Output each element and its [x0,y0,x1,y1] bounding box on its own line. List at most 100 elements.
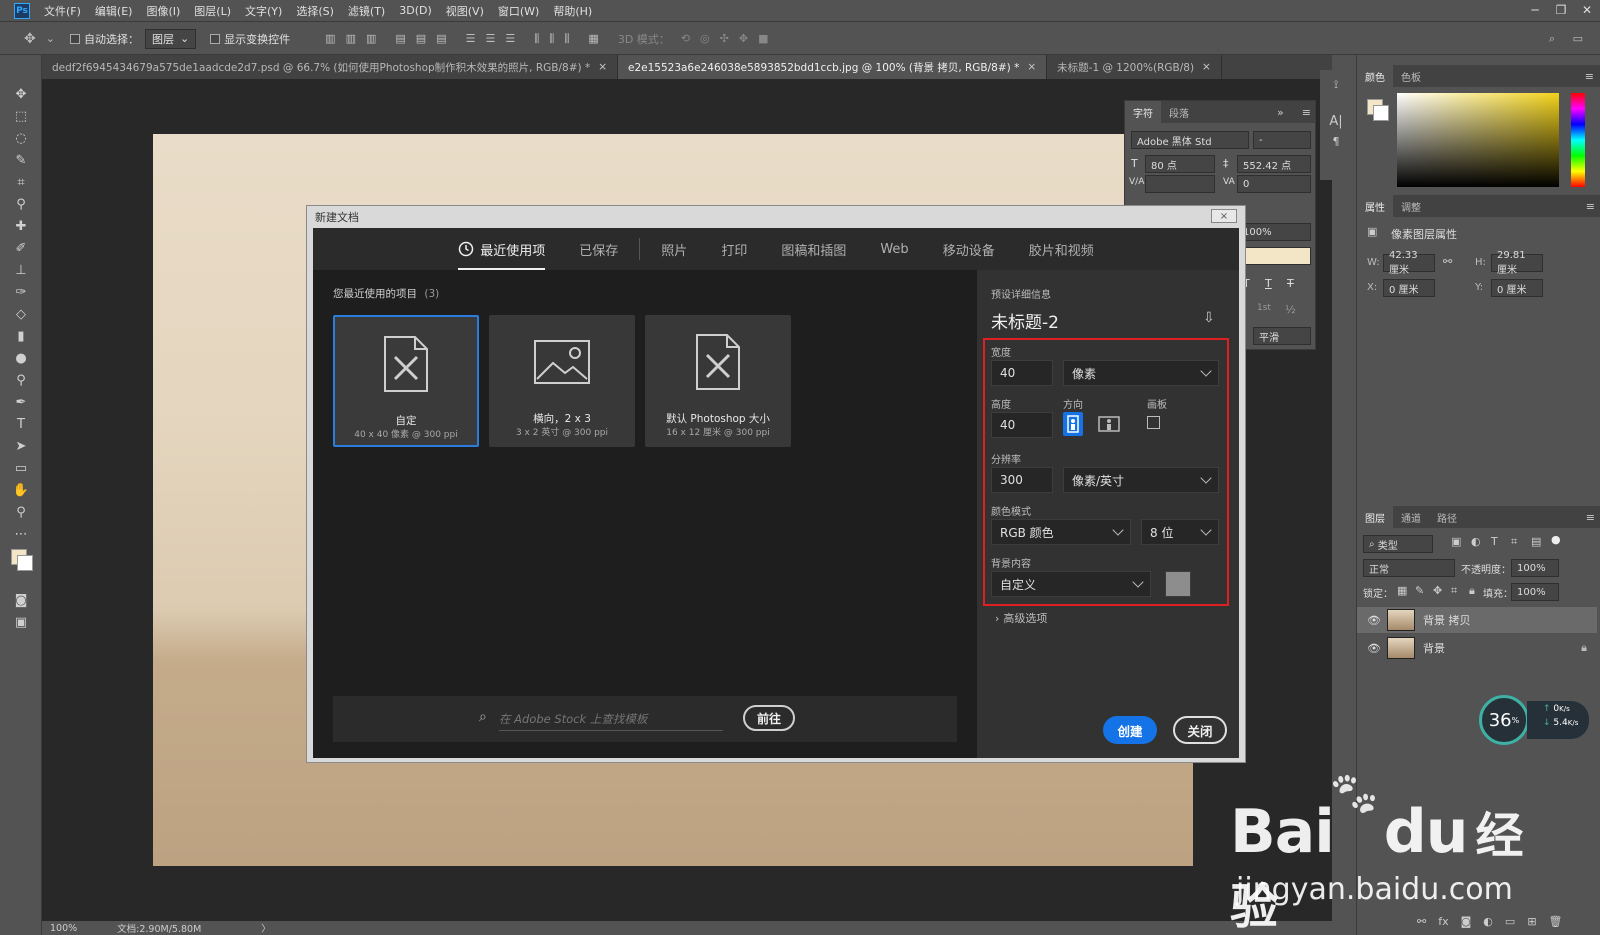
filter-shape-icon[interactable]: ⌗ [1511,535,1517,549]
tab-mobile[interactable]: 移动设备 [943,228,995,270]
dialog-close-button[interactable]: × [1211,209,1237,223]
menu-image[interactable]: 图像(I) [146,3,180,19]
strikethrough-icon[interactable]: T [1287,277,1294,290]
align-vcenter-icon[interactable]: ▥ [346,32,356,46]
distribute-vcenter-icon[interactable]: ☰ [485,32,495,46]
align-right-icon[interactable]: ▤ [436,32,446,46]
menu-type[interactable]: 文字(Y) [245,3,282,19]
marquee-tool-icon[interactable]: ⬚ [0,105,42,127]
text-color-swatch[interactable] [1237,247,1311,265]
preset-card-custom[interactable]: 自定 40 x 40 像素 @ 300 ppi [333,315,479,447]
blur-tool-icon[interactable]: ● [0,347,42,369]
crop-tool-icon[interactable]: ⌗ [0,171,42,193]
color-field[interactable] [1397,93,1559,187]
chevron-down-icon[interactable]: ⌄ [46,32,55,45]
stamp-tool-icon[interactable]: ⊥ [0,259,42,281]
dodge-tool-icon[interactable]: ⚲ [0,369,42,391]
document-name[interactable]: 未标题-2 [991,308,1059,333]
layer-row-background[interactable]: 👁︎ 背景 🔒︎ [1357,635,1597,661]
doc-tab-1[interactable]: dedf2f6945434679a575de1aadcde2d7.psd @ 6… [42,55,618,79]
3d-scale-icon[interactable]: ■ [758,32,768,45]
background-select[interactable]: 自定义 [991,571,1151,597]
screen-mode-icon[interactable]: ▣ [0,611,42,633]
zoom-level[interactable]: 100% [50,923,77,934]
more-tools-icon[interactable]: ⋯ [0,523,42,545]
tab-print[interactable]: 打印 [721,228,747,270]
fill-field[interactable]: 100% [1511,583,1559,601]
distribute-right-icon[interactable]: ⫼ [564,32,569,46]
menu-view[interactable]: 视图(V) [446,3,484,19]
height-input[interactable]: 40 [991,412,1053,438]
preset-card-landscape[interactable]: 横向，2 x 3 3 x 2 英寸 @ 300 ppi [489,315,635,447]
align-top-icon[interactable]: ▥ [325,32,335,46]
lock-transparent-icon[interactable]: ▦ [1397,584,1407,597]
show-transform-checkbox[interactable] [210,33,221,44]
type-tool-icon[interactable]: T [0,413,42,435]
close-icon[interactable]: × [1202,61,1211,73]
filter-pixel-icon[interactable]: ▣ [1451,535,1461,548]
color-background-swatch[interactable] [1373,105,1389,121]
path-select-tool-icon[interactable]: ➤ [0,435,42,457]
search-icon[interactable]: ⌕ [1549,32,1555,46]
lasso-tool-icon[interactable]: ◌ [0,127,42,149]
3d-slide-icon[interactable]: ✥ [739,32,748,45]
panel-menu-icon[interactable]: ≡ [1302,106,1311,119]
distribute-hcenter-icon[interactable]: ⫼ [549,32,554,46]
tab-swatches[interactable]: 色板 [1393,65,1429,87]
brush-tool-icon[interactable]: ✐ [0,237,42,259]
auto-select-dropdown[interactable]: 图层 ⌄ [144,28,197,49]
eraser-tool-icon[interactable]: ◇ [0,303,42,325]
tab-paths[interactable]: 路径 [1429,506,1465,528]
advanced-options-toggle[interactable]: › 高级选项 [995,610,1047,626]
resolution-input[interactable]: 300 [991,467,1053,493]
status-arrow-icon[interactable]: 〉 [261,921,271,935]
filter-type-icon[interactable]: T [1491,535,1498,548]
3d-orbit-icon[interactable]: ⟲ [681,32,690,45]
menu-filter[interactable]: 滤镜(T) [348,3,385,19]
lock-artboard-icon[interactable]: ⌗ [1451,584,1457,598]
visibility-eye-icon[interactable]: 👁︎ [1367,614,1381,627]
menu-file[interactable]: 文件(F) [44,3,81,19]
align-hcenter-icon[interactable]: ▤ [416,32,426,46]
leading-field[interactable]: 552.42 点 [1237,155,1311,173]
anti-alias-select[interactable]: 平滑 [1253,327,1311,345]
visibility-eye-icon[interactable]: 👁︎ [1367,642,1381,655]
menu-select[interactable]: 选择(S) [296,3,334,19]
pen-tool-icon[interactable]: ✒ [0,391,42,413]
horizontal-scale-field[interactable]: 100% [1237,223,1311,241]
tab-art-illustration[interactable]: 图稿和插图 [781,228,846,270]
tab-properties[interactable]: 属性 [1357,195,1393,217]
bit-depth-select[interactable]: 8 位 [1141,519,1219,545]
height-field[interactable]: 29.81 厘米 [1491,250,1543,276]
lock-all-icon[interactable]: 🔒︎ [1469,584,1475,598]
opacity-field[interactable]: 100% [1511,559,1559,577]
eyedropper-tool-icon[interactable]: ⚲ [0,193,42,215]
menu-3d[interactable]: 3D(D) [399,4,432,17]
color-swatches[interactable] [0,545,41,589]
lock-pixels-icon[interactable]: ✎ [1415,584,1424,597]
y-field[interactable]: 0 厘米 [1491,279,1543,297]
history-brush-icon[interactable]: ✑ [0,281,42,303]
tab-channels[interactable]: 通道 [1393,506,1429,528]
tracking-field[interactable]: 0 [1237,175,1311,193]
gradient-tool-icon[interactable]: ▮ [0,325,42,347]
align-left-icon[interactable]: ▤ [395,32,405,46]
filter-adjust-icon[interactable]: ◐ [1471,535,1481,548]
width-field[interactable]: 42.33 厘米 [1383,250,1435,276]
zoom-tool-icon[interactable]: ⚲ [0,501,42,523]
tab-character[interactable]: 字符 [1125,101,1161,123]
panel-menu-icon[interactable]: ≡ [1585,70,1594,83]
filter-toggle-icon[interactable]: ● [1551,533,1561,546]
tab-paragraph[interactable]: 段落 [1161,101,1197,123]
quick-mask-icon[interactable]: ◙ [0,589,42,611]
fractions-icon[interactable]: ½ [1285,303,1296,316]
quick-select-tool-icon[interactable]: ✎ [0,149,42,171]
doc-tab-2[interactable]: e2e15523a6e246038e5893852bdd1ccb.jpg @ 1… [618,55,1048,79]
tab-photo[interactable]: 照片 [661,228,687,270]
restore-icon[interactable]: ❐ [1548,0,1574,20]
font-family-select[interactable]: Adobe 黑体 Std [1131,131,1249,149]
tab-adjustments[interactable]: 调整 [1393,195,1429,217]
tab-saved[interactable]: 已保存 [579,228,618,270]
auto-align-icon[interactable]: ▦ [588,32,598,46]
distribute-bottom-icon[interactable]: ☰ [505,32,515,46]
